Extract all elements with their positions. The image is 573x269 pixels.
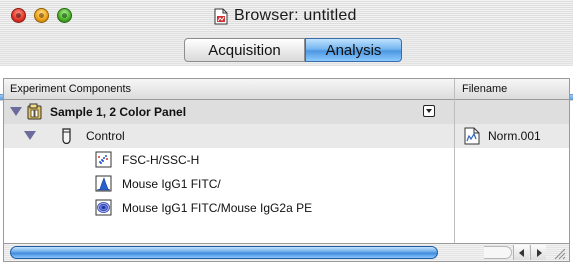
close-button[interactable] [11, 8, 26, 23]
tube-icon [62, 128, 71, 144]
sample-folder-icon [27, 103, 42, 120]
tab-analysis[interactable]: Analysis [305, 38, 402, 62]
zoom-button[interactable] [57, 8, 72, 23]
resize-grip-icon[interactable] [552, 246, 566, 260]
title-bar[interactable]: Browser: untitled [0, 0, 573, 33]
popup-menu-button[interactable] [423, 105, 435, 117]
tab-group: Acquisition Analysis [184, 38, 402, 62]
table-row[interactable]: FSC-H/SSC-H [4, 148, 569, 172]
row-label: Mouse IgG1 FITC/Mouse IgG2a PE [122, 201, 313, 215]
table-row[interactable]: Mouse IgG1 FITC/Mouse IgG2a PE [4, 196, 569, 220]
column-header-experiment-components[interactable]: Experiment Components [10, 79, 131, 99]
scrollbar-thumb[interactable] [10, 246, 438, 259]
table-header: Experiment Components Filename [4, 79, 569, 100]
contour-plot-icon [95, 199, 112, 216]
column-header-filename[interactable]: Filename [462, 79, 507, 99]
scroll-left-button[interactable] [513, 245, 529, 260]
row-label: Mouse IgG1 FITC/ [122, 177, 221, 191]
row-label: FSC-H/SSC-H [122, 153, 200, 167]
document-icon [214, 8, 228, 24]
scroll-right-button[interactable] [530, 245, 546, 260]
minimize-button[interactable] [34, 8, 49, 23]
column-separator [454, 79, 455, 243]
table-row[interactable]: Sample 1, 2 Color Panel [4, 100, 569, 124]
histogram-icon [95, 175, 112, 192]
horizontal-scrollbar[interactable] [3, 244, 570, 262]
window-title-text: Browser: untitled [234, 7, 357, 24]
window-title: Browser: untitled [214, 6, 357, 26]
tab-strip: Acquisition Analysis [0, 32, 573, 101]
table-row[interactable]: Mouse IgG1 FITC/ [4, 172, 569, 196]
tab-acquisition[interactable]: Acquisition [184, 38, 305, 62]
browser-window: Browser: untitled Acquisition Analysis E… [0, 0, 573, 269]
row-label: Sample 1, 2 Color Panel [50, 105, 187, 119]
dot-plot-icon [95, 151, 112, 168]
fcs-file-icon [464, 127, 480, 145]
disclosure-triangle-expanded[interactable] [24, 131, 36, 140]
disclosure-triangle-expanded[interactable] [10, 107, 22, 116]
row-label: Control [86, 129, 125, 143]
table-row[interactable]: Control Norm.001 [4, 124, 569, 148]
scrollbar-track-end [484, 246, 512, 259]
row-filename: Norm.001 [488, 129, 541, 143]
experiment-table: Experiment Components Filename Sample 1,… [3, 78, 570, 244]
